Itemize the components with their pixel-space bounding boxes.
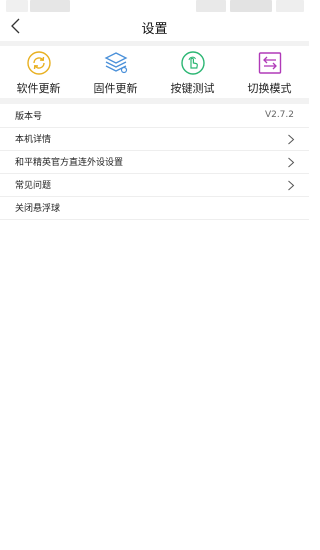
page-title: 设置	[141, 22, 168, 37]
layers-icon	[104, 52, 128, 74]
settings-row-version[interactable]: 版本号 V2.7.2	[0, 105, 309, 128]
quick-action-label: 固件更新	[93, 82, 138, 95]
chevron-right-icon	[288, 134, 295, 145]
finger-tap-icon	[181, 51, 205, 75]
firmware-update-button[interactable]: 固件更新	[77, 46, 154, 98]
settings-row-label: 版本号	[15, 112, 43, 122]
blurred-status-segment	[276, 0, 304, 12]
quick-actions: 软件更新 固件更新 按键测试 切换模式	[0, 46, 309, 98]
blurred-status-segment	[196, 0, 226, 12]
settings-row-close-floating-ball[interactable]: 关闭悬浮球	[0, 197, 309, 220]
quick-action-label: 按键测试	[170, 82, 215, 95]
section-divider	[0, 98, 309, 104]
settings-row-pubg-peripheral[interactable]: 和平精英官方直连外设设置	[0, 151, 309, 174]
settings-row-label: 常见问题	[15, 181, 52, 191]
sync-icon	[27, 51, 51, 75]
blurred-status-segment	[6, 0, 28, 12]
blurred-status-segment	[30, 0, 70, 12]
switch-mode-button[interactable]: 切换模式	[231, 46, 308, 98]
button-test-button[interactable]: 按键测试	[154, 46, 231, 98]
settings-row-label: 本机详情	[15, 135, 52, 145]
settings-row-device-details[interactable]: 本机详情	[0, 128, 309, 151]
chevron-right-icon	[288, 180, 295, 191]
blurred-status-segment	[230, 0, 272, 12]
settings-row-faq[interactable]: 常见问题	[0, 174, 309, 197]
quick-action-label: 切换模式	[247, 82, 292, 95]
settings-row-label: 和平精英官方直连外设设置	[15, 158, 124, 168]
nav-bar: 设置	[0, 14, 309, 40]
switch-arrows-icon	[258, 52, 282, 74]
software-update-button[interactable]: 软件更新	[0, 46, 77, 98]
quick-action-label: 软件更新	[16, 82, 61, 95]
status-bar	[0, 0, 309, 14]
settings-row-label: 关闭悬浮球	[15, 204, 61, 214]
version-value: V2.7.2	[264, 110, 294, 120]
chevron-right-icon	[288, 157, 295, 168]
